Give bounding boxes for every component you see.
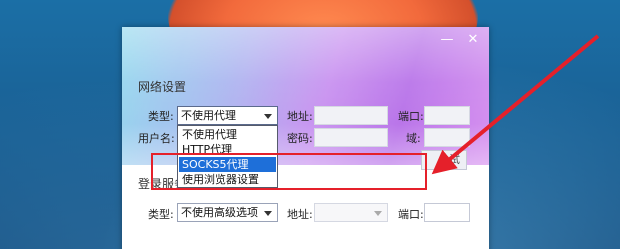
login-type-label: 类型: [148, 208, 174, 221]
dropdown-option[interactable]: 不使用代理 [179, 127, 276, 142]
test-button[interactable]: 试 [421, 150, 467, 170]
network-section-title: 网络设置 [138, 80, 187, 94]
chevron-down-icon [264, 211, 272, 216]
password-input[interactable] [314, 128, 388, 147]
chevron-down-icon [374, 211, 382, 216]
login-type-select[interactable]: 不使用高级选项 [177, 203, 278, 222]
highlight-box [151, 153, 427, 190]
domain-label: 域: [406, 132, 421, 145]
login-port-label: 端口: [398, 208, 424, 221]
minimize-button[interactable]: — [438, 33, 456, 47]
login-address-select[interactable] [314, 203, 388, 222]
close-button[interactable]: ✕ [464, 33, 482, 47]
test-button-label: 试 [449, 153, 460, 166]
username-label: 用户名: [138, 132, 175, 145]
login-type-value: 不使用高级选项 [181, 206, 258, 219]
password-label: 密码: [287, 132, 313, 145]
minimize-icon: — [440, 32, 454, 47]
chevron-down-icon [264, 114, 272, 119]
proxy-address-input[interactable] [314, 106, 388, 125]
domain-input[interactable] [424, 128, 470, 147]
address-label: 地址: [287, 110, 313, 123]
proxy-port-input[interactable] [424, 106, 470, 125]
login-port-input[interactable] [424, 203, 470, 222]
login-address-label: 地址: [287, 208, 313, 221]
proxy-type-value: 不使用代理 [181, 109, 236, 122]
proxy-type-select[interactable]: 不使用代理 [177, 106, 278, 125]
port-label: 端口: [398, 110, 424, 123]
type-label: 类型: [148, 110, 174, 123]
close-icon: ✕ [467, 32, 479, 47]
